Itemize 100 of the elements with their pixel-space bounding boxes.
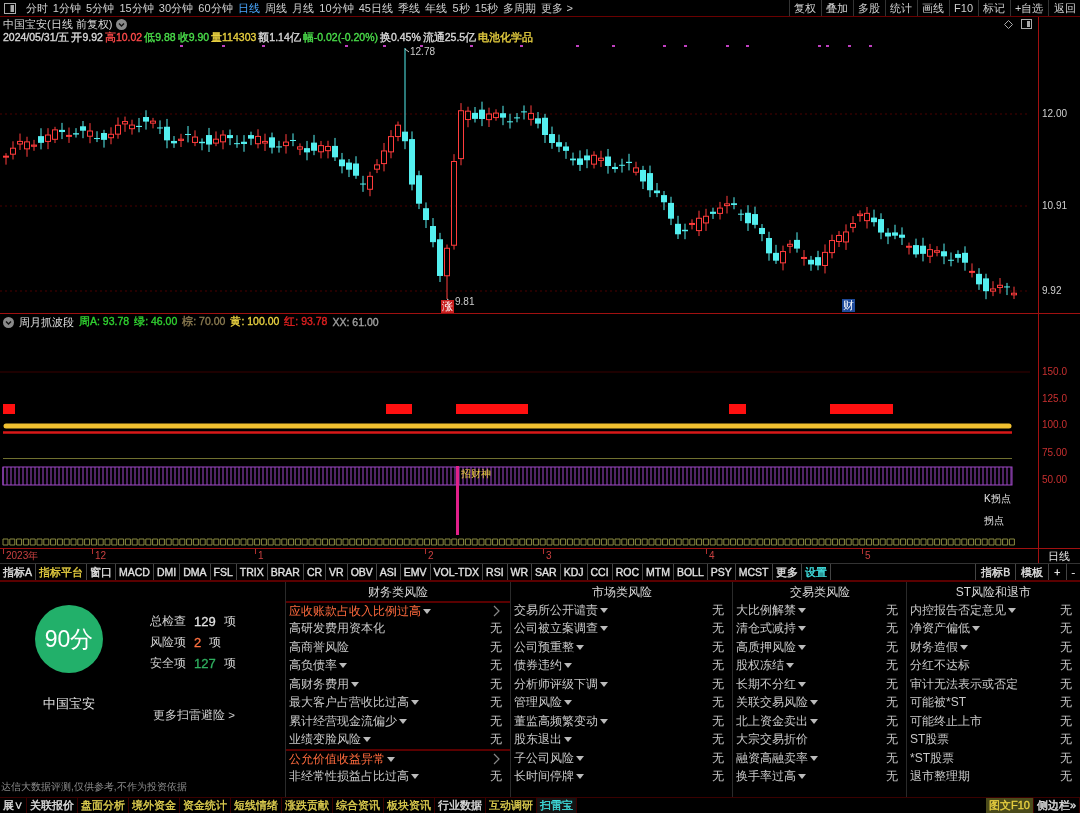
indicator-tab[interactable]: DMA: [180, 564, 211, 580]
risk-item[interactable]: 债券违约 无: [511, 656, 732, 675]
toolbar-button[interactable]: 复权: [788, 0, 821, 16]
toolbar-button[interactable]: +自选: [1009, 0, 1048, 16]
risk-item[interactable]: 分红不达标 无: [907, 656, 1080, 675]
bottom-tab[interactable]: 涨跌贡献: [282, 798, 333, 813]
risk-item[interactable]: 交易所公开谴责 无: [511, 601, 732, 620]
risk-item[interactable]: 净资产偏低 无: [907, 619, 1080, 638]
risk-item[interactable]: 财务造假 无: [907, 638, 1080, 657]
indicator-tab[interactable]: 指标A: [0, 564, 36, 580]
period-tab[interactable]: 季线: [395, 0, 423, 16]
side-tab[interactable]: 侧边栏»: [1033, 798, 1080, 813]
bottom-tab[interactable]: 盘面分析: [78, 798, 129, 813]
indicator-tab[interactable]: 指标平台: [36, 564, 87, 580]
bottom-tab[interactable]: 短线情绪: [231, 798, 282, 813]
bottom-tab[interactable]: 境外资金: [129, 798, 180, 813]
risk-item[interactable]: 可能终止上市 无: [907, 712, 1080, 731]
indicator-tab[interactable]: 窗口: [87, 564, 116, 580]
bottom-tab[interactable]: 资金统计: [180, 798, 231, 813]
risk-item[interactable]: 清仓式减持 无: [733, 619, 906, 638]
risk-item[interactable]: 分析师评级下调 无: [511, 675, 732, 694]
more-link[interactable]: 更多扫雷避险 >: [138, 708, 236, 723]
risk-item[interactable]: 高研发费用资本化 无: [286, 619, 510, 638]
indicator-tab[interactable]: CCI: [587, 564, 613, 580]
period-tab[interactable]: 5分钟: [83, 0, 117, 16]
risk-item[interactable]: 换手率过高 无: [733, 767, 906, 786]
dropdown-circle-icon[interactable]: [116, 18, 128, 30]
period-tab[interactable]: 45日线: [356, 0, 396, 16]
indicator-tab[interactable]: MTM: [642, 564, 674, 580]
period-tab[interactable]: 15秒: [472, 0, 501, 16]
period-tab[interactable]: 周线: [262, 0, 290, 16]
bottom-tab[interactable]: 展∨: [0, 798, 27, 813]
indicator-tab[interactable]: OBV: [347, 564, 377, 580]
indicator-tab[interactable]: ROC: [612, 564, 643, 580]
indicator-tab[interactable]: +: [1048, 564, 1066, 580]
indicator-tab[interactable]: WR: [507, 564, 533, 580]
risk-item[interactable]: 大比例解禁 无: [733, 601, 906, 620]
risk-item[interactable]: ST股票 无: [907, 730, 1080, 749]
risk-item[interactable]: 股权冻结 无: [733, 656, 906, 675]
period-tab[interactable]: 15分钟: [116, 0, 157, 16]
indicator-tab[interactable]: SAR: [532, 564, 561, 580]
indicator-tab[interactable]: ASI: [376, 564, 401, 580]
bottom-tab[interactable]: 板块资讯: [384, 798, 435, 813]
indicator-tab[interactable]: FSL: [210, 564, 237, 580]
risk-item[interactable]: 股东退出 无: [511, 730, 732, 749]
period-button[interactable]: 日线: [1038, 549, 1079, 563]
risk-item[interactable]: 董监高频繁变动 无: [511, 712, 732, 731]
period-tab[interactable]: 多周期: [500, 0, 539, 16]
risk-item[interactable]: 最大客户占营收比过高 无: [286, 693, 510, 712]
indicator-tab[interactable]: MACD: [116, 564, 154, 580]
indicator-tab[interactable]: VR: [326, 564, 348, 580]
period-tab[interactable]: 日线: [235, 0, 263, 16]
side-tab[interactable]: 图文F10: [985, 798, 1034, 813]
indicator-tab[interactable]: KDJ: [560, 564, 588, 580]
toolbar-button[interactable]: 画线: [916, 0, 949, 16]
risk-item[interactable]: 管理风险 无: [511, 693, 732, 712]
toolbar-button[interactable]: 标记: [977, 0, 1010, 16]
period-tab[interactable]: 60分钟: [195, 0, 236, 16]
risk-item[interactable]: 高财务费用 无: [286, 675, 510, 694]
toolbar-button[interactable]: 多股: [852, 0, 885, 16]
toolbar-button[interactable]: F10: [948, 0, 978, 16]
risk-item[interactable]: 应收账款占收入比例过高: [286, 601, 510, 620]
indicator-tab[interactable]: EMV: [400, 564, 431, 580]
period-tab[interactable]: 10分钟: [316, 0, 357, 16]
indicator-tab[interactable]: 模板: [1015, 564, 1049, 580]
period-tab[interactable]: 分时: [23, 0, 51, 16]
period-tab[interactable]: 更多 >: [538, 0, 576, 16]
period-tab[interactable]: 年线: [422, 0, 450, 16]
indicator-tab[interactable]: VOL-TDX: [430, 564, 484, 580]
risk-item[interactable]: 高质押风险 无: [733, 638, 906, 657]
indicator-tab[interactable]: 指标B: [975, 564, 1016, 580]
risk-item[interactable]: 非经常性损益占比过高 无: [286, 767, 510, 786]
bottom-tab[interactable]: 综合资讯: [333, 798, 384, 813]
risk-item[interactable]: 公司被立案调查 无: [511, 619, 732, 638]
indicator-tab[interactable]: -: [1065, 564, 1080, 580]
indicator-tab[interactable]: MCST: [735, 564, 773, 580]
toolbar-button[interactable]: 叠加: [820, 0, 853, 16]
indicator-tab[interactable]: DMI: [153, 564, 181, 580]
indicator-tab[interactable]: 设置: [801, 564, 831, 580]
bottom-tab[interactable]: 关联报价: [27, 798, 78, 813]
indicator-tab[interactable]: RSI: [483, 564, 508, 580]
indicator-tab[interactable]: BOLL: [673, 564, 708, 580]
toolbar-button[interactable]: 返回: [1048, 0, 1080, 16]
risk-item[interactable]: 退市整理期 无: [907, 767, 1080, 786]
window-icon[interactable]: [1021, 19, 1032, 29]
bottom-tab[interactable]: 扫雷宝: [537, 798, 577, 813]
risk-item[interactable]: 融资高融卖率 无: [733, 749, 906, 768]
risk-item[interactable]: 长期不分红 无: [733, 675, 906, 694]
toolbar-button[interactable]: 统计: [884, 0, 917, 16]
period-tab[interactable]: 1分钟: [50, 0, 84, 16]
risk-item[interactable]: 公允价值收益异常: [286, 749, 510, 768]
risk-item[interactable]: 累计经营现金流偏少 无: [286, 712, 510, 731]
indicator-tab[interactable]: CR: [303, 564, 327, 580]
risk-item[interactable]: 北上资金卖出 无: [733, 712, 906, 731]
risk-item[interactable]: 审计无法表示或否定 无: [907, 675, 1080, 694]
risk-item[interactable]: *ST股票 无: [907, 749, 1080, 768]
risk-item[interactable]: 内控报告否定意见 无: [907, 601, 1080, 620]
risk-item[interactable]: 子公司风险 无: [511, 749, 732, 768]
risk-item[interactable]: 高商誉风险 无: [286, 638, 510, 657]
bottom-tab[interactable]: 行业数据: [435, 798, 486, 813]
